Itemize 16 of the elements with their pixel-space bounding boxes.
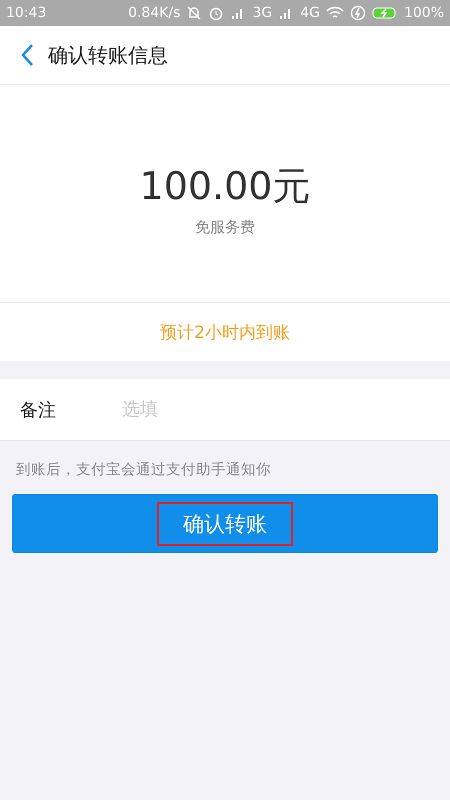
- alarm-icon: [208, 5, 224, 21]
- battery-icon: [372, 5, 398, 21]
- page-title: 确认转账信息: [48, 42, 168, 68]
- arrival-estimate: 预计2小时内到账: [160, 322, 290, 344]
- fee-note: 免服务费: [195, 218, 255, 236]
- status-time: 10:43: [6, 5, 46, 21]
- battery-percent: 100%: [404, 5, 444, 21]
- network-type: 4G: [300, 5, 320, 21]
- network-type: 3G: [252, 5, 272, 21]
- back-icon[interactable]: [20, 43, 34, 67]
- notice-text: 到账后，支付宝会通过支付助手通知你: [15, 460, 272, 480]
- muted-bell-icon: [186, 5, 202, 21]
- transfer-amount: 100.00元: [140, 162, 310, 210]
- network-speed: 0.84K/s: [128, 5, 180, 21]
- charging-icon: [350, 5, 366, 21]
- remark-label: 备注: [20, 398, 57, 422]
